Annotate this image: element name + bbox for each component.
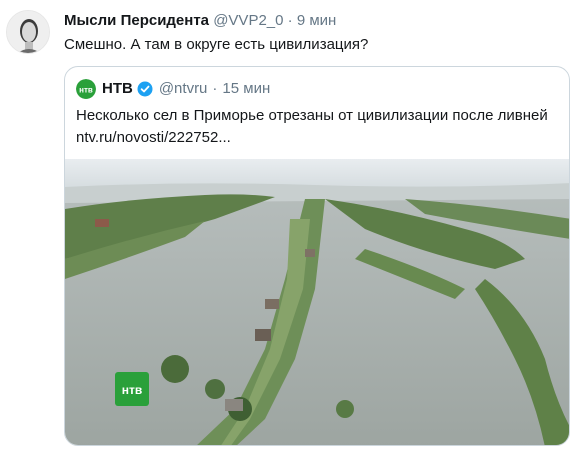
separator: ·	[212, 80, 218, 97]
author-name[interactable]: Мысли Персидента	[64, 12, 209, 29]
avatar[interactable]	[6, 10, 50, 54]
quoted-tweet[interactable]: нтв НТВ @ntvru · 15 мин Несколько сел в …	[64, 66, 570, 446]
avatar-portrait-icon	[7, 11, 49, 53]
ntv-logo-icon[interactable]: нтв	[76, 79, 96, 99]
tweet-time[interactable]: 9 мин	[297, 12, 337, 29]
tweet[interactable]: Мысли Персидента @VVP2_0 · 9 мин Смешно.…	[0, 0, 578, 449]
ntv-watermark-icon: нтв	[115, 372, 149, 406]
svg-text:нтв: нтв	[122, 383, 143, 397]
quoted-tweet-header: нтв НТВ @ntvru · 15 мин	[76, 79, 270, 99]
quoted-tweet-link[interactable]: ntv.ru/novosti/222752...	[76, 127, 562, 149]
tweet-text: Смешно. А там в округе есть цивилизация?	[64, 36, 369, 53]
quoted-tweet-text: Несколько сел в Приморье отрезаны от цив…	[76, 105, 562, 149]
quoted-author-handle[interactable]: @ntvru	[159, 79, 208, 99]
verified-badge-icon	[137, 81, 153, 97]
svg-text:нтв: нтв	[79, 86, 93, 95]
author-handle[interactable]: @VVP2_0	[213, 12, 283, 29]
quoted-author-name[interactable]: НТВ	[102, 79, 133, 99]
quoted-tweet-body: Несколько сел в Приморье отрезаны от цив…	[76, 107, 548, 124]
flood-photo-image[interactable]: нтв	[65, 159, 569, 445]
quoted-tweet-time[interactable]: 15 мин	[222, 79, 270, 99]
tweet-header: Мысли Персидента @VVP2_0 · 9 мин	[64, 11, 336, 31]
separator: ·	[287, 12, 293, 29]
